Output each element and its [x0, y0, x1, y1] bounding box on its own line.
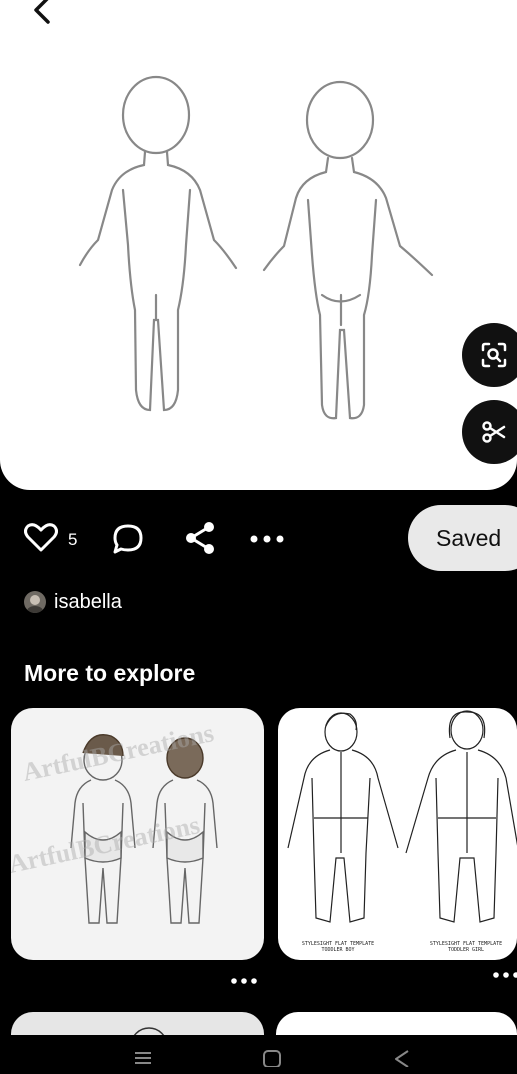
pin-image-container — [0, 0, 517, 490]
more-dots-icon[interactable] — [250, 535, 284, 543]
pin-image[interactable] — [60, 70, 460, 430]
more-dots-icon[interactable] — [231, 978, 257, 984]
avatar — [24, 591, 46, 613]
visual-search-icon — [481, 342, 507, 368]
scissors-icon — [482, 421, 506, 443]
back-triangle-icon[interactable] — [392, 1049, 412, 1067]
visual-search-button[interactable] — [462, 323, 517, 387]
chevron-left-icon[interactable] — [28, 0, 60, 26]
cutout-button[interactable] — [462, 400, 517, 464]
saved-button[interactable]: Saved — [408, 505, 517, 571]
share-icon[interactable] — [184, 521, 216, 555]
heart-icon[interactable] — [24, 523, 58, 553]
more-dots-icon[interactable] — [493, 972, 517, 978]
card-caption: STYLESIGHT FLAT TEMPLATE TODDLER BOY — [301, 941, 375, 953]
pin-action-bar: 5 Saved — [0, 505, 517, 571]
section-title: More to explore — [24, 660, 196, 686]
explore-card[interactable]: STYLESIGHT FLAT TEMPLATE TODDLER BOY STY… — [278, 708, 517, 960]
pin-author[interactable]: isabella — [24, 589, 122, 615]
system-nav-bar — [0, 1035, 517, 1074]
card-image — [287, 710, 517, 923]
like-count: 5 — [68, 530, 78, 549]
comment-icon[interactable] — [112, 523, 144, 555]
author-name: isabella — [54, 590, 122, 613]
home-icon[interactable] — [262, 1049, 282, 1067]
card-caption: STYLESIGHT FLAT TEMPLATE TODDLER GIRL — [429, 941, 503, 953]
explore-card[interactable]: ArtfulBCreations ArtfulBCreations — [11, 708, 264, 960]
recent-apps-icon[interactable] — [133, 1049, 153, 1065]
